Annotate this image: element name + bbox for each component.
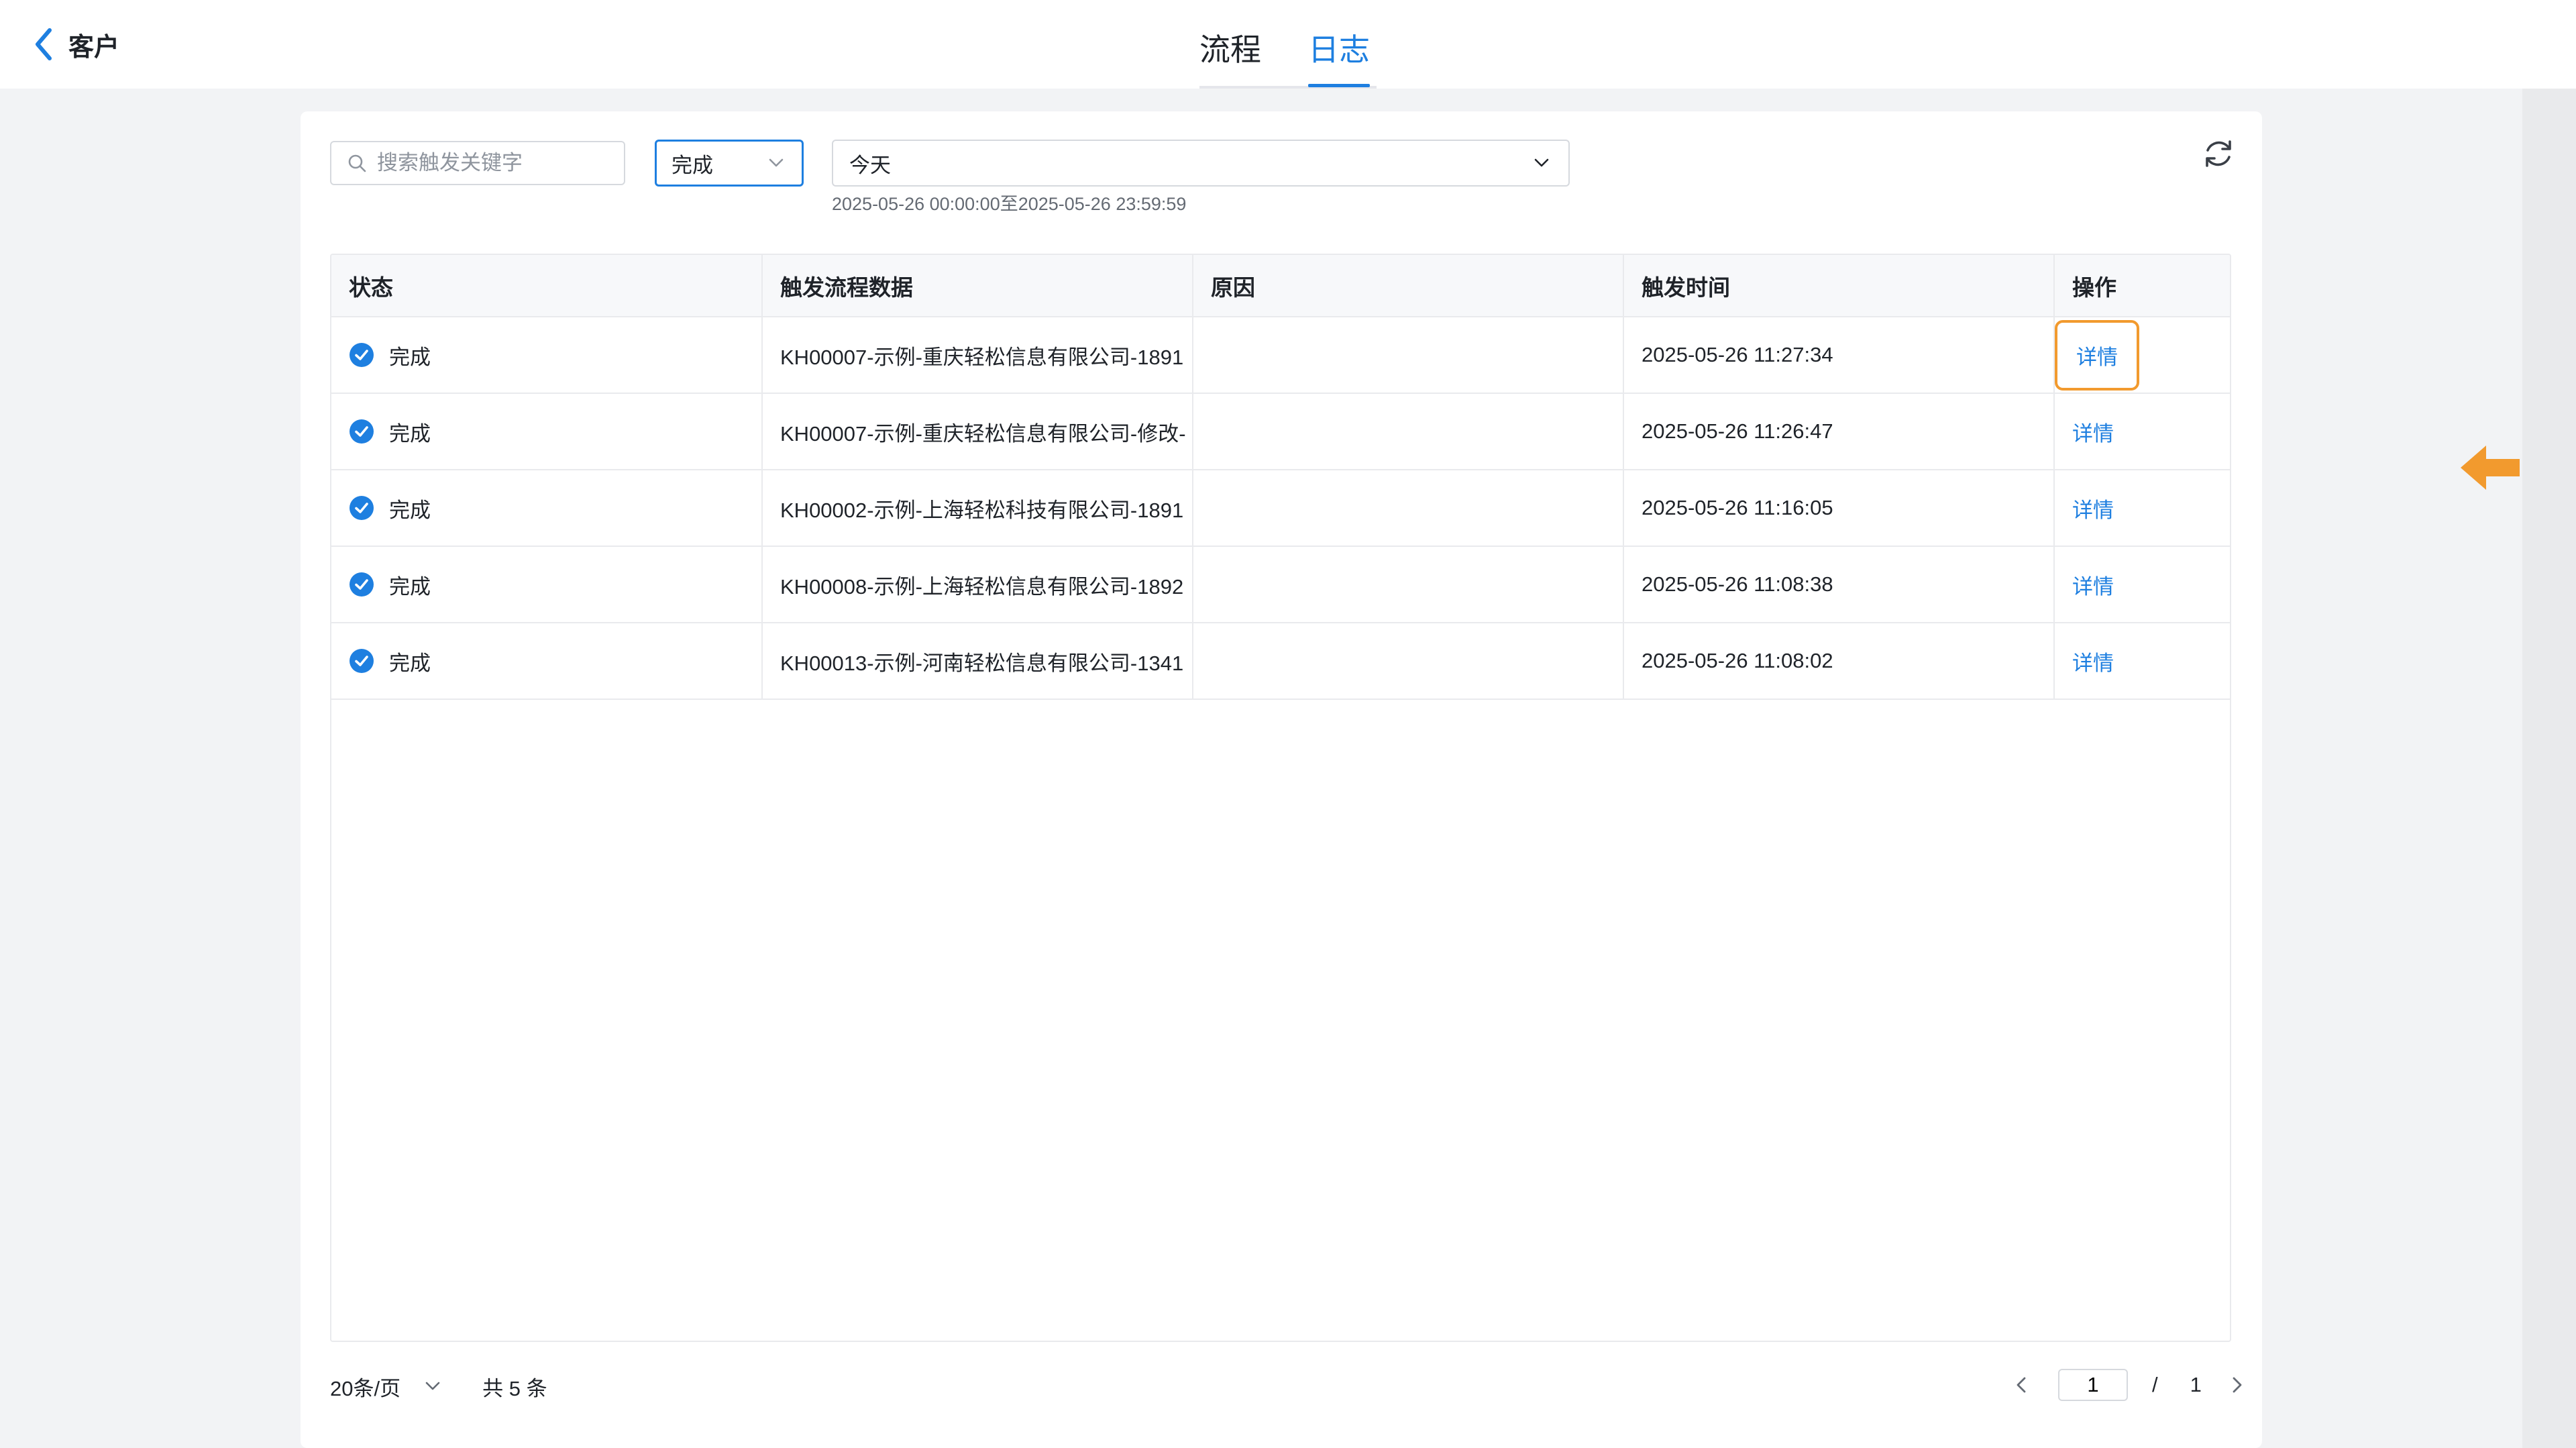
refresh-icon: [2206, 140, 2231, 167]
detail-link[interactable]: 详情: [2072, 570, 2114, 600]
status-cell: 完成: [331, 470, 763, 547]
action-cell: 详情: [2054, 317, 2230, 394]
trigger-time-cell: 2025-05-26 11:08:38: [1623, 546, 2055, 623]
table-row: 完成 KH00013-示例-河南轻松信息有限公司-1341 2025-05-26…: [331, 623, 2230, 700]
check-circle-icon: [350, 343, 374, 367]
trigger-time-cell: 2025-05-26 11:16:05: [1623, 470, 2055, 547]
check-circle-icon: [350, 572, 374, 597]
table-row: 完成 KH00007-示例-重庆轻松信息有限公司-1891 2025-05-26…: [331, 317, 2230, 394]
chevron-down-icon: [769, 158, 784, 167]
reason-cell: [1193, 470, 1624, 547]
detail-link[interactable]: 详情: [2072, 493, 2114, 523]
date-filter-select[interactable]: 今天: [832, 140, 1570, 187]
column-header-time: 触发时间: [1623, 255, 2055, 317]
right-gutter: [2522, 89, 2576, 1448]
status-text: 完成: [389, 498, 431, 522]
table-header-row: 状态 触发流程数据 原因 触发时间 操作: [331, 255, 2230, 317]
trigger-data-cell: KH00008-示例-上海轻松信息有限公司-1892: [762, 546, 1193, 623]
refresh-button[interactable]: [2200, 136, 2237, 172]
trigger-data-cell: KH00007-示例-重庆轻松信息有限公司-修改-: [762, 393, 1193, 470]
check-circle-icon: [350, 496, 374, 520]
table-row: 完成 KH00002-示例-上海轻松科技有限公司-1891 2025-05-26…: [331, 470, 2230, 547]
chevron-left-icon[interactable]: [2008, 1372, 2035, 1398]
column-header-reason: 原因: [1193, 255, 1624, 317]
date-filter-value: 今天: [849, 153, 891, 177]
page-size-select[interactable]: 20条/页: [330, 1372, 442, 1402]
trigger-time-cell: 2025-05-26 11:08:02: [1623, 623, 2055, 700]
trigger-time-cell: 2025-05-26 11:27:34: [1623, 317, 2055, 394]
status-cell: 完成: [331, 623, 763, 700]
column-header-status: 状态: [331, 255, 763, 317]
reason-cell: [1193, 623, 1624, 700]
status-text: 完成: [389, 421, 431, 446]
page-size-value: 20条/页: [330, 1376, 401, 1400]
table-row: 完成 KH00008-示例-上海轻松信息有限公司-1892 2025-05-26…: [331, 546, 2230, 623]
search-input[interactable]: [377, 151, 619, 175]
trigger-data-cell: KH00002-示例-上海轻松科技有限公司-1891: [762, 470, 1193, 547]
tab-bar: 流程 日志: [1199, 20, 1370, 89]
arrow-left-icon: [2461, 446, 2520, 490]
status-cell: 完成: [331, 393, 763, 470]
back-label: 客户: [68, 33, 120, 62]
status-filter-value: 完成: [672, 153, 713, 177]
tab-process[interactable]: 流程: [1199, 20, 1261, 89]
trigger-time-cell: 2025-05-26 11:26:47: [1623, 393, 2055, 470]
pagination: / 1: [2008, 1363, 2250, 1406]
trigger-data-cell: KH00013-示例-河南轻松信息有限公司-1341: [762, 623, 1193, 700]
date-range-text: 2025-05-26 00:00:00至2025-05-26 23:59:59: [832, 194, 1187, 214]
table-row: 完成 KH00007-示例-重庆轻松信息有限公司-修改- 2025-05-26 …: [331, 393, 2230, 470]
chevron-left-icon: [36, 28, 52, 60]
back-button[interactable]: 客户: [32, 23, 119, 66]
column-header-data: 触发流程数据: [762, 255, 1193, 317]
chevron-down-icon: [425, 1382, 440, 1390]
search-box[interactable]: [330, 141, 625, 185]
top-bar: 客户 流程 日志: [0, 0, 2576, 89]
detail-link[interactable]: 详情: [2072, 417, 2114, 447]
tab-log[interactable]: 日志: [1308, 20, 1370, 89]
reason-cell: [1193, 546, 1624, 623]
action-cell: 详情: [2054, 470, 2230, 547]
chevron-down-icon: [1534, 158, 1549, 167]
chevron-right-icon[interactable]: [2223, 1372, 2250, 1398]
total-count: 共 5 条: [482, 1376, 547, 1400]
check-circle-icon: [350, 649, 374, 673]
status-text: 完成: [389, 345, 431, 369]
column-header-action: 操作: [2054, 255, 2230, 317]
total-pages: 1: [2190, 1373, 2202, 1396]
page-separator: /: [2152, 1373, 2158, 1396]
reason-cell: [1193, 317, 1624, 394]
search-icon: [348, 154, 366, 172]
action-cell: 详情: [2054, 393, 2230, 470]
pagination-summary: 20条/页 共 5 条: [330, 1366, 547, 1406]
status-text: 完成: [389, 574, 431, 599]
trigger-data-cell: KH00007-示例-重庆轻松信息有限公司-1891: [762, 317, 1193, 394]
detail-link[interactable]: 详情: [2072, 646, 2114, 676]
status-cell: 完成: [331, 317, 763, 394]
check-circle-icon: [350, 419, 374, 444]
status-filter-select[interactable]: 完成: [655, 140, 804, 187]
action-cell: 详情: [2054, 546, 2230, 623]
page-number-input[interactable]: [2058, 1369, 2128, 1401]
log-card: 完成 今天 2025-05-26 00:00:00至2025-05-26 23:…: [301, 111, 2520, 1448]
action-cell: 详情: [2054, 623, 2230, 700]
detail-link[interactable]: 详情: [2055, 319, 2139, 391]
log-table: 状态 触发流程数据 原因 触发时间 操作 完成 KH00007-示例-重庆轻松信…: [330, 254, 2231, 1342]
status-cell: 完成: [331, 546, 763, 623]
reason-cell: [1193, 393, 1624, 470]
status-text: 完成: [389, 651, 431, 675]
